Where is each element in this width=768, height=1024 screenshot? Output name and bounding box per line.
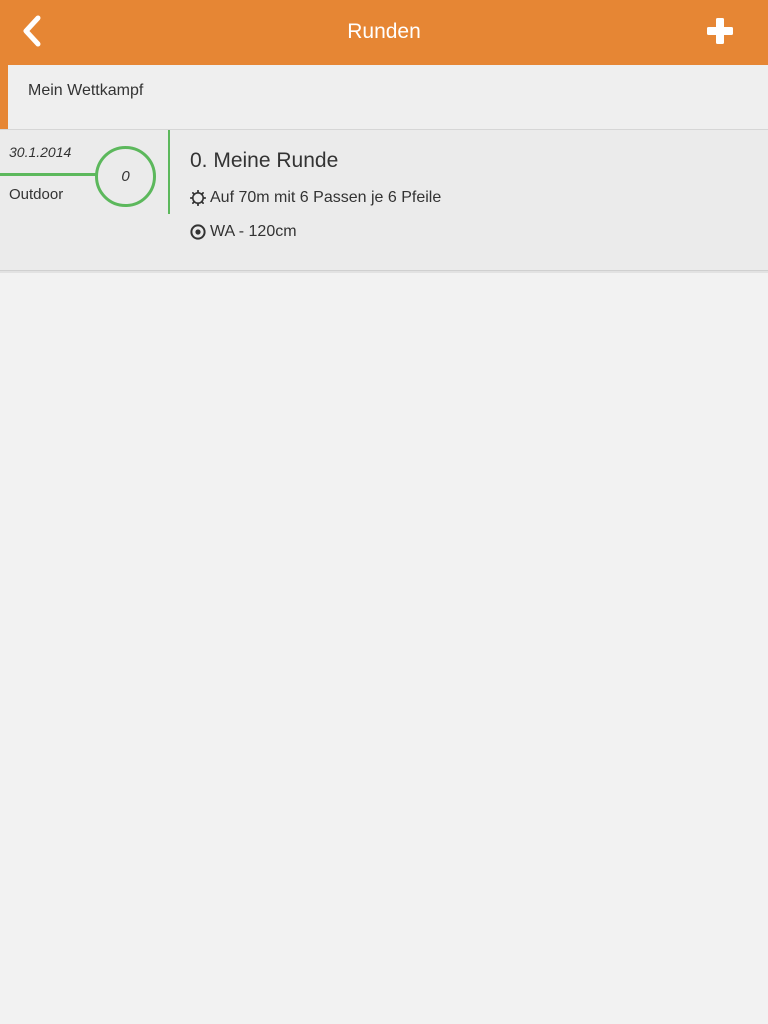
- round-date: 30.1.2014: [9, 144, 72, 160]
- list-divider: [0, 271, 768, 273]
- round-list-item[interactable]: 30.1.2014 Outdoor 0 0. Meine Runde Auf 7…: [0, 130, 768, 271]
- section-accent-bar: [0, 65, 8, 129]
- competition-header: Mein Wettkampf: [0, 65, 768, 130]
- add-round-button[interactable]: [706, 17, 734, 45]
- plus-icon: [707, 18, 733, 44]
- round-distance-text: Auf 70m mit 6 Passen je 6 Pfeile: [210, 189, 442, 206]
- round-title: 0. Meine Runde: [190, 149, 339, 172]
- timeline-divider: [168, 130, 170, 214]
- round-target-text: WA - 120cm: [210, 223, 297, 240]
- round-type: Outdoor: [9, 186, 64, 203]
- target-icon: [190, 224, 206, 240]
- round-target-info: WA - 120cm: [190, 222, 297, 242]
- page-title: Runden: [347, 20, 421, 43]
- gear-icon: [190, 190, 206, 206]
- round-score-badge: 0: [95, 146, 156, 207]
- competition-title: Mein Wettkampf: [28, 82, 144, 99]
- navigation-bar: Runden: [0, 0, 768, 65]
- timeline-line: [0, 173, 97, 176]
- round-distance-info: Auf 70m mit 6 Passen je 6 Pfeile: [190, 188, 441, 208]
